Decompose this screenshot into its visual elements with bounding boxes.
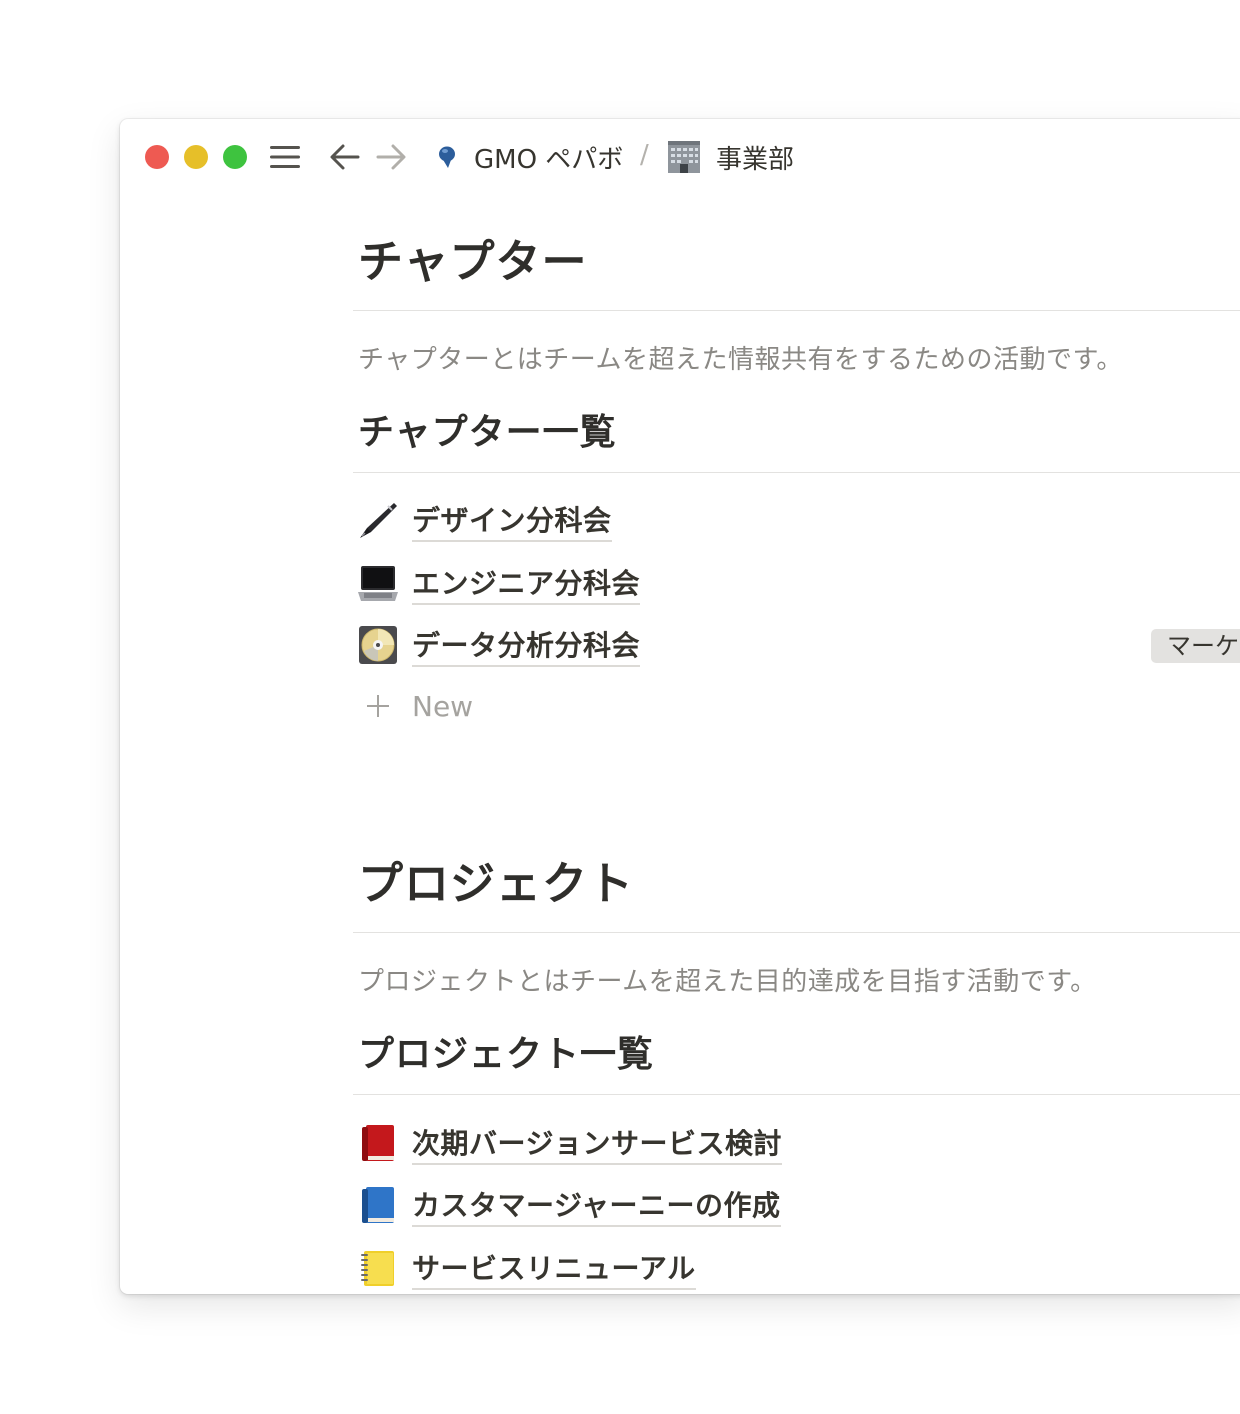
office-building-icon (666, 140, 702, 174)
yellow-notebook-icon (358, 1248, 398, 1288)
breadcrumb-page-label: 事業部 (716, 144, 795, 175)
chapter-item-data-analysis[interactable]: データ分析分科会 (358, 623, 641, 667)
category-tag: マーケ (1151, 629, 1240, 663)
divider (353, 932, 1240, 933)
close-window-button[interactable] (145, 145, 169, 169)
chapter-item-label: データ分析分科会 (412, 624, 641, 667)
project-item-next-version[interactable]: 次期バージョンサービス検討 (358, 1121, 782, 1165)
new-item-label: New (412, 689, 474, 723)
chapter-item-design[interactable]: デザイン分科会 (358, 498, 612, 542)
project-item-label: カスタマージャーニーの作成 (412, 1184, 781, 1227)
divider (353, 1094, 1240, 1095)
title-bar: GMO ペパボ / 事業部 (120, 119, 1240, 195)
project-item-label: サービスリニューアル (412, 1247, 696, 1290)
app-window: GMO ペパボ / 事業部 チャプター チャプターとはチームを超えた情報共有をす… (120, 119, 1240, 1294)
dvd-icon (358, 625, 398, 665)
chapter-item-label: デザイン分科会 (412, 499, 612, 542)
breadcrumb-workspace-label: GMO ペパボ (474, 144, 624, 175)
project-list-heading: プロジェクト一覧 (358, 1034, 655, 1075)
chapter-item-engineer[interactable]: エンジニア分科会 (358, 561, 641, 605)
chapter-heading: チャプター (358, 235, 588, 288)
sidebar-menu-icon[interactable] (268, 141, 302, 173)
zoom-window-button[interactable] (223, 145, 247, 169)
forward-arrow-icon[interactable] (374, 141, 408, 173)
back-arrow-icon[interactable] (328, 141, 362, 173)
project-item-customer-journey[interactable]: カスタマージャーニーの作成 (358, 1183, 781, 1227)
new-item-button[interactable]: New (358, 686, 473, 726)
chapter-description: チャプターとはチームを超えた情報共有をするための活動です。 (358, 345, 1123, 375)
laptop-icon (358, 563, 398, 603)
divider (353, 310, 1240, 311)
blue-book-icon (358, 1185, 398, 1225)
plus-icon (358, 693, 398, 719)
project-item-service-renewal[interactable]: サービスリニューアル (358, 1246, 696, 1290)
pen-icon (358, 500, 398, 540)
breadcrumb-separator: / (640, 140, 649, 170)
divider (353, 472, 1240, 473)
red-book-icon (358, 1123, 398, 1163)
chapter-list-heading: チャプター一覧 (358, 412, 617, 453)
project-heading: プロジェクト (358, 857, 635, 910)
pin-icon (436, 144, 460, 170)
breadcrumb-page[interactable]: 事業部 (666, 140, 795, 175)
project-description: プロジェクトとはチームを超えた目的達成を目指す活動です。 (358, 967, 1097, 997)
project-item-label: 次期バージョンサービス検討 (412, 1122, 782, 1165)
chapter-item-label: エンジニア分科会 (412, 562, 641, 605)
minimize-window-button[interactable] (184, 145, 208, 169)
breadcrumb-workspace[interactable]: GMO ペパボ (436, 140, 624, 175)
